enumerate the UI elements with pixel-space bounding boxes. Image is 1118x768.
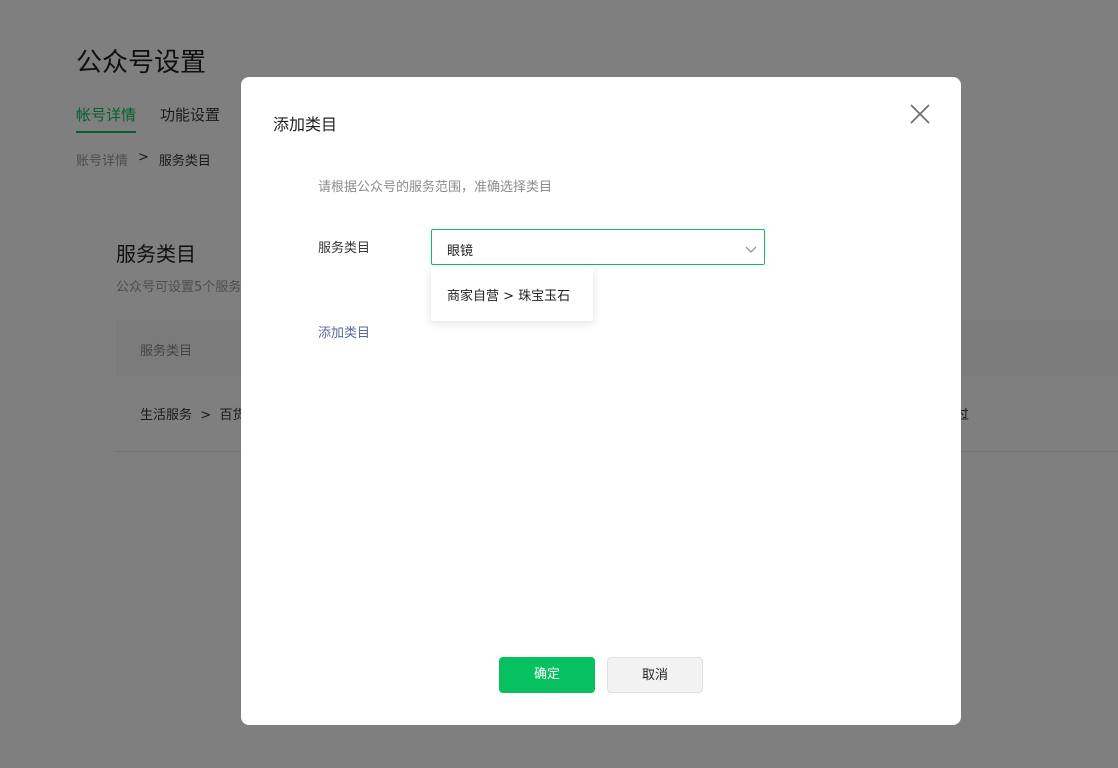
service-category-label: 服务类目 xyxy=(318,241,371,256)
dialog-title: 添加类目 xyxy=(273,115,338,134)
dialog-hint: 请根据公众号的服务范围，准确选择类目 xyxy=(318,180,553,195)
confirm-button[interactable]: 确定 xyxy=(499,657,595,693)
service-category-select[interactable]: 眼镜 xyxy=(431,229,765,265)
category-dropdown: 商家自营 > 珠宝玉石 xyxy=(431,267,593,321)
chevron-down-icon xyxy=(744,241,758,255)
close-icon[interactable] xyxy=(907,101,933,127)
select-value: 眼镜 xyxy=(447,244,474,259)
add-category-link[interactable]: 添加类目 xyxy=(318,322,370,341)
cancel-button[interactable]: 取消 xyxy=(607,657,703,693)
dropdown-option[interactable]: 商家自营 > 珠宝玉石 xyxy=(431,267,593,321)
add-category-dialog: 添加类目 请根据公众号的服务范围，准确选择类目 服务类目 眼镜 商家自营 > 珠… xyxy=(241,77,961,725)
